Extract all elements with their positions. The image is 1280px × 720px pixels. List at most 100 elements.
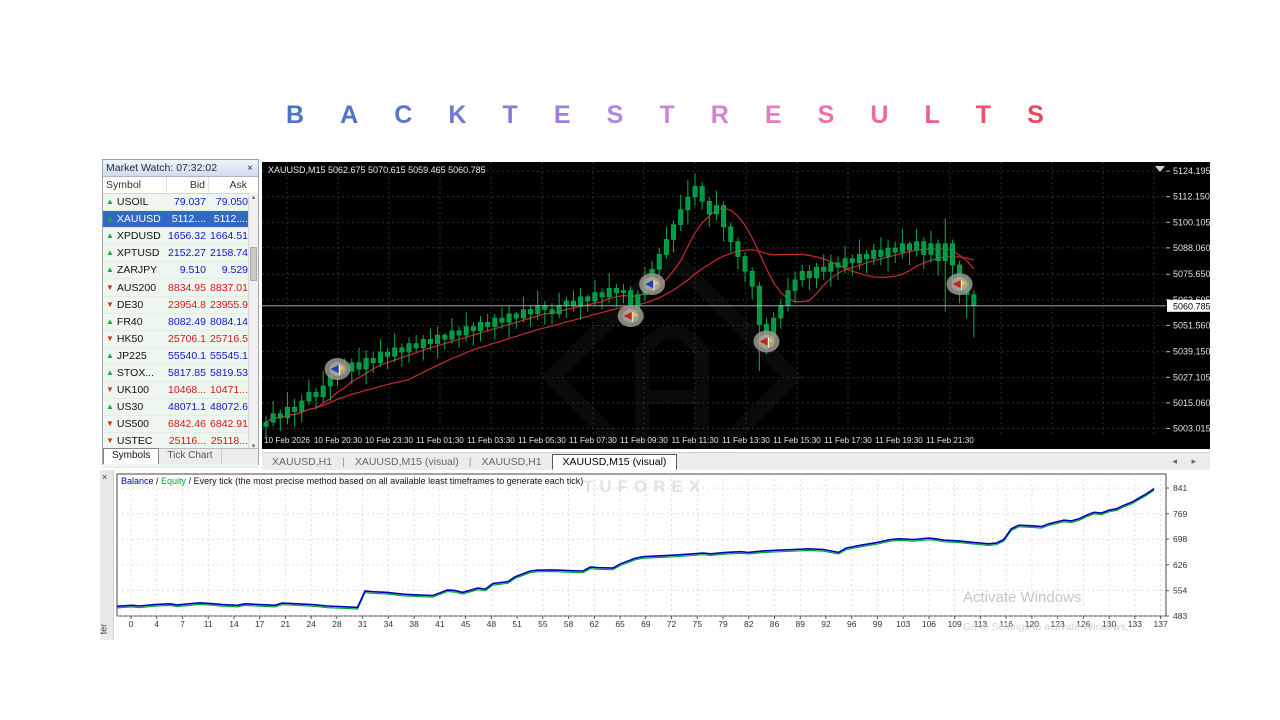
time-axis-label: 11 Feb 13:30 (722, 436, 770, 445)
market-watch-row-de30[interactable]: ▼ DE30 23954.8 23955.9 (103, 296, 258, 314)
tester-x-label: 31 (358, 619, 368, 629)
price-axis-label: 5051.560 (1173, 320, 1210, 330)
bid-value: 8082.49 (168, 315, 206, 328)
bid-value: 5817.85 (168, 366, 206, 379)
market-watch-row-us30[interactable]: ▲ US30 48071.1 48072.6 (103, 399, 258, 417)
time-axis-label: 10 Feb 2026 (264, 436, 310, 445)
market-watch-row-uk100[interactable]: ▼ UK100 10468... 10471... (103, 382, 258, 400)
title-letter: T (502, 101, 518, 129)
scrollbar-thumb[interactable] (250, 247, 257, 281)
title-letter: A (340, 101, 359, 129)
price-axis-label: 5039.150 (1173, 347, 1210, 357)
bid-value: 8834.95 (168, 281, 206, 294)
bid-value: 79.037 (173, 196, 206, 209)
market-watch-row-usoil[interactable]: ▲ USOIL 79.037 79.050 (103, 194, 258, 212)
price-axis-label: 5003.015 (1173, 423, 1210, 433)
symbol-cell: ▼ AUS200 (103, 282, 167, 294)
market-watch-row-xptusd[interactable]: ▲ XPTUSD 2152.27 2158.74 (103, 245, 258, 263)
column-ask[interactable]: Ask (209, 177, 250, 193)
page-title: BACKTESTRESULTS (286, 101, 1044, 131)
tester-x-label: 55 (538, 619, 548, 629)
ask-value: 5112.... (213, 213, 248, 226)
price-axis-label: 5100.105 (1173, 217, 1210, 227)
market-watch-row-jp225[interactable]: ▲ JP225 55540.1 55545.1 (103, 347, 258, 365)
market-watch-tab-symbols[interactable]: Symbols (103, 448, 160, 464)
title-letter: T (659, 101, 675, 129)
symbol-label: XPTUSD (116, 247, 160, 260)
bid-value: 55540.1 (168, 349, 206, 362)
market-watch-row-xauusd[interactable]: ▲ XAUUSD 5112.... 5112.... (103, 211, 258, 229)
bid-value: 23954.8 (168, 298, 206, 311)
tester-x-label: 24 (306, 619, 316, 629)
price-axis-label: 5112.150 (1173, 192, 1210, 202)
bid-value: 2152.27 (168, 247, 206, 260)
market-watch-row-stox[interactable]: ▲ STOX... 5817.85 5819.53 (103, 364, 258, 383)
tester-side-strip: × ter (98, 470, 114, 640)
tester-y-label: 483 (1173, 611, 1187, 621)
symbol-cell: ▲ XAUUSD (103, 213, 167, 225)
symbol-cell: ▼ DE30 (103, 299, 167, 311)
tab-scroll-arrows[interactable]: ◂ ▸ (1172, 456, 1210, 467)
close-icon[interactable]: × (245, 163, 255, 174)
symbol-label: JP225 (116, 349, 147, 362)
symbol-cell: ▼ UK100 (103, 384, 167, 396)
tester-x-label: 14 (229, 619, 239, 629)
bid-value: 48071.1 (168, 401, 206, 414)
tester-x-label: 45 (461, 619, 471, 629)
market-watch-row-hk50[interactable]: ▼ HK50 25706.1 25716.5 (103, 330, 258, 348)
tester-x-label: 106 (922, 619, 936, 629)
scroll-up-icon[interactable]: ▴ (249, 193, 258, 201)
market-watch-row-xpdusd[interactable]: ▲ XPDUSD 1656.32 1664.51 (103, 228, 258, 246)
balance-equity-chart[interactable]: TUFOREX 0 4 7 11 14 17 21 24 28 31 34 38 41 45 48 51 55 58… (113, 470, 1205, 640)
symbol-cell: ▼ HK50 (103, 333, 167, 345)
column-bid[interactable]: Bid (167, 177, 209, 193)
close-icon[interactable]: × (102, 472, 107, 482)
tester-panel: × ter TUFOREX 0 4 7 11 14 17 21 24 28 31 34 38 41 45 48… (98, 470, 1205, 640)
up-arrow-icon: ▲ (106, 402, 114, 412)
column-symbol[interactable]: Symbol (103, 177, 167, 193)
buy-trade-marker[interactable] (324, 358, 351, 381)
tester-x-label: 109 (948, 619, 962, 629)
symbol-cell: ▲ XPDUSD (103, 230, 167, 242)
market-watch-row-us500[interactable]: ▼ US500 6842.46 6842.91 (103, 416, 258, 434)
sell-trade-marker[interactable] (946, 273, 973, 296)
time-axis-label: 10 Feb 20:30 (314, 436, 363, 445)
market-watch-row-fr40[interactable]: ▲ FR40 8082.49 8084.14 (103, 313, 258, 331)
chart-ohlc-title: XAUUSD,M15 5062.675 5070.615 5059.465 50… (268, 165, 486, 175)
symbol-cell: ▼ USTEC (103, 435, 167, 447)
chart-tab-bar: XAUUSD,H1 | XAUUSD,M15 (visual) | XAUUSD,H1 X… (262, 452, 1210, 470)
ask-value: 23955.9 (210, 298, 248, 311)
symbol-label: US30 (116, 401, 144, 414)
tester-x-label: 137 (1154, 619, 1168, 629)
price-chart-panel: 5124.195 5112.150 5100.105 5088.060 5075.650… (262, 162, 1211, 509)
candlestick-chart[interactable]: 5124.195 5112.150 5100.105 5088.060 5075.650… (262, 162, 1211, 509)
tester-x-label: 75 (693, 619, 703, 629)
title-letter: L (924, 101, 940, 129)
tester-y-label: 698 (1173, 534, 1187, 544)
chart-tab-3[interactable]: XAUUSD,M15 (visual) (551, 453, 678, 470)
sell-trade-marker[interactable] (617, 304, 644, 327)
market-watch-tab-tick-chart[interactable]: Tick Chart (159, 449, 222, 464)
market-watch-column-header: Symbol Bid Ask (103, 177, 258, 194)
bid-value: 25116... (168, 435, 206, 448)
tester-y-label: 769 (1173, 509, 1187, 519)
tester-x-label: 103 (896, 619, 910, 629)
chart-tab-1[interactable]: XAUUSD,M15 (visual) (345, 455, 469, 469)
symbol-cell: ▲ USOIL (103, 196, 167, 208)
chart-tab-2[interactable]: XAUUSD,H1 (471, 455, 551, 469)
tester-legend: Balance / Equity / Every tick (the most … (121, 476, 583, 486)
market-watch-row-zarjpy[interactable]: ▲ ZARJPY 9.510 9.529 (103, 262, 258, 280)
tester-x-label: 17 (255, 619, 265, 629)
ask-value: 9.529 (221, 264, 248, 277)
market-watch-row-aus200[interactable]: ▼ AUS200 8834.95 8837.01 (103, 279, 258, 297)
symbol-cell: ▲ FR40 (103, 316, 167, 328)
buy-trade-marker[interactable] (639, 273, 666, 296)
chart-tab-0[interactable]: XAUUSD,H1 (262, 455, 342, 469)
bid-value: 25706.1 (168, 332, 206, 345)
symbol-cell: ▲ JP225 (103, 350, 167, 362)
up-arrow-icon: ▲ (106, 248, 114, 258)
sell-trade-marker[interactable] (753, 330, 780, 353)
ask-value: 1664.51 (210, 230, 248, 243)
market-watch-scrollbar[interactable]: ▴ ▾ (248, 193, 258, 450)
tester-x-label: 21 (281, 619, 291, 629)
